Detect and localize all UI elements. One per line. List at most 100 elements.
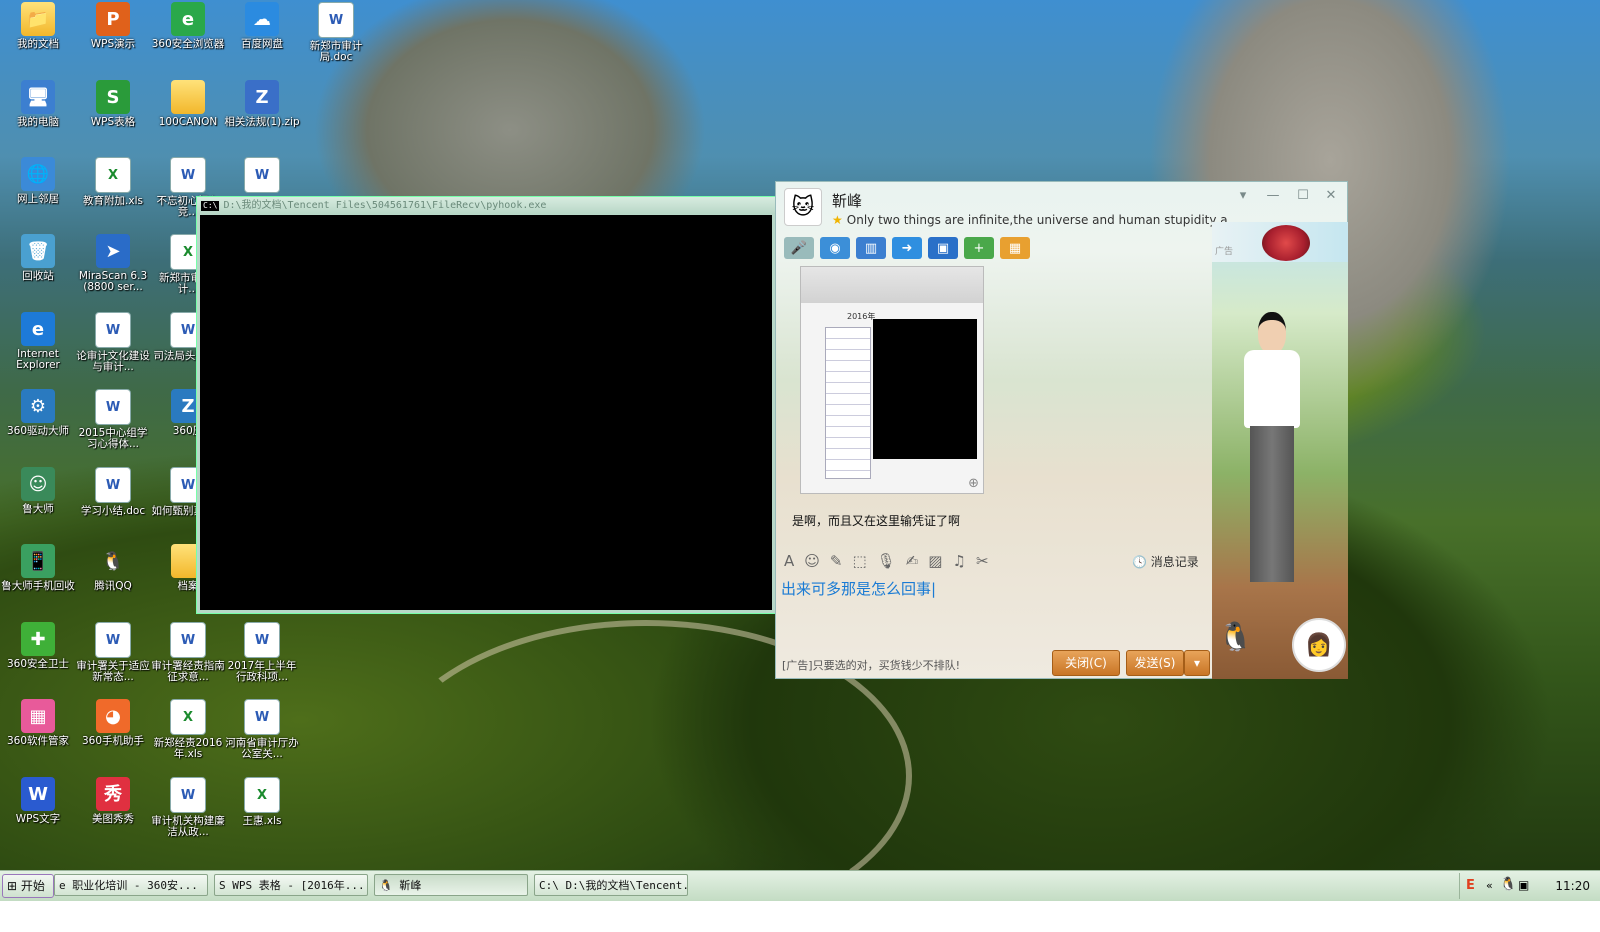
task-button-qq-chat[interactable]: 🐧 靳峰 bbox=[374, 874, 528, 896]
maximize-button[interactable]: ☐ bbox=[1294, 188, 1312, 203]
console-char: z bbox=[200, 391, 207, 405]
console-char: n bbox=[200, 422, 207, 436]
console-char bbox=[200, 283, 210, 298]
desktop-icon[interactable]: W 审计署关于适应新常态... bbox=[75, 622, 151, 683]
emoji-icon[interactable]: ☺ bbox=[804, 552, 820, 570]
clock[interactable]: 11:20 bbox=[1555, 879, 1590, 893]
tray-e-icon[interactable]: E bbox=[1466, 878, 1475, 893]
desktop-icon[interactable]: W 审计机关构建廉洁从政... bbox=[150, 777, 226, 838]
screenshot-image[interactable]: 2016年 ⊕ bbox=[800, 266, 984, 494]
tray-network-icon[interactable]: ▣ bbox=[1518, 878, 1529, 892]
desktop-icon[interactable]: W 学习小结.doc bbox=[75, 467, 151, 517]
desktop-icon[interactable]: 秀美图秀秀 bbox=[75, 777, 151, 825]
desktop-icon[interactable]: X 新郑经责2016年.xls bbox=[150, 699, 226, 760]
image-icon[interactable]: ▨ bbox=[928, 552, 942, 570]
desktop-icon[interactable]: X 王惠.xls bbox=[224, 777, 300, 827]
desktop-icon[interactable]: ➤ MiraScan 6.3 (8800 ser... bbox=[75, 234, 151, 293]
desktop-icon[interactable]: W bbox=[224, 157, 300, 196]
tray-qq-icon[interactable]: 🐧 bbox=[1500, 877, 1516, 892]
side-ad[interactable]: 广告 bbox=[1212, 222, 1348, 262]
message-input[interactable]: 出来可多那是怎么回事| bbox=[781, 578, 936, 599]
screen-capture-icon[interactable]: ⬚ bbox=[852, 552, 866, 570]
desktop-icon-label: 百度网盘 bbox=[241, 38, 283, 50]
edit-icon[interactable]: ✍ bbox=[906, 552, 919, 570]
desktop-icon[interactable]: ☺ 鲁大师 bbox=[0, 467, 76, 515]
desktop-icon-image: W bbox=[244, 699, 280, 735]
desktop-icon[interactable]: W 河南省审计厅办公室关... bbox=[224, 699, 300, 760]
qq-chat-window[interactable]: 🐱 靳峰 ★ Only two things are infinite,the u… bbox=[775, 181, 1348, 679]
voice-call-icon[interactable]: 🎤 bbox=[784, 237, 814, 259]
desktop-icon[interactable]: 🐧 腾讯QQ bbox=[75, 544, 151, 592]
desktop-icon[interactable]: W 2015中心组学习心得体... bbox=[75, 389, 151, 450]
scissors-icon[interactable]: ✂ bbox=[976, 552, 989, 570]
desktop-icon[interactable]: 🗑 回收站 bbox=[0, 234, 76, 282]
nudge-icon[interactable]: ✎ bbox=[830, 552, 843, 570]
desktop-icon[interactable]: 📱 鲁大师手机回收 bbox=[0, 544, 76, 592]
desktop-icon[interactable]: W 论审计文化建设与审计... bbox=[75, 312, 151, 373]
desktop-icon[interactable]: W 审计署经责指南征求意... bbox=[150, 622, 226, 683]
share-screen-icon[interactable]: ▥ bbox=[856, 237, 886, 259]
desktop-icon[interactable]: X 教育附加.xls bbox=[75, 157, 151, 207]
my-avatar[interactable]: 👩 bbox=[1292, 618, 1346, 672]
contact-show-figure bbox=[1236, 312, 1306, 592]
close-button[interactable]: 关闭(C) bbox=[1052, 650, 1120, 676]
contact-avatar[interactable]: 🐱 bbox=[784, 188, 822, 226]
send-options-button[interactable]: ▾ bbox=[1184, 650, 1210, 676]
desktop-icon[interactable]: e Internet Explorer bbox=[0, 312, 76, 371]
remote-desktop-icon[interactable]: ▣ bbox=[928, 237, 958, 259]
qq-penguin-icon[interactable]: 🐧 bbox=[1218, 620, 1253, 653]
contact-name: 靳峰 bbox=[832, 192, 863, 210]
desktop-icon-label: 审计署经责指南征求意... bbox=[151, 660, 225, 683]
music-icon[interactable]: ♫ bbox=[952, 552, 965, 570]
close-window-button[interactable]: ✕ bbox=[1322, 188, 1340, 203]
chat-history[interactable]: 2016年 ⊕ bbox=[782, 264, 1212, 530]
desktop-icon-label: 回收站 bbox=[22, 270, 54, 282]
desktop-icon-image: W bbox=[170, 777, 206, 813]
tray-expand-icon[interactable]: « bbox=[1486, 879, 1493, 892]
send-button[interactable]: 发送(S) bbox=[1126, 650, 1184, 676]
desktop-icon[interactable]: e 360安全浏览器 bbox=[150, 2, 226, 50]
desktop-icon[interactable]: 🌐 网上邻居 bbox=[0, 157, 76, 205]
desktop-icon-image: X bbox=[170, 699, 206, 735]
desktop-icon[interactable]: ▦ 360软件管家 bbox=[0, 699, 76, 747]
dropdown-icon[interactable]: ▾ bbox=[1234, 188, 1252, 203]
desktop-icon[interactable]: 🖥 我的电脑 bbox=[0, 80, 76, 128]
start-button[interactable]: ⊞ 开始 bbox=[2, 874, 54, 898]
desktop-icon[interactable]: W 新郑市审计局.doc bbox=[298, 2, 374, 63]
apps-icon[interactable]: ▦ bbox=[1000, 237, 1030, 259]
message-history-button[interactable]: 🕓 消息记录 bbox=[1132, 553, 1199, 570]
desktop-icon[interactable]: ◕ 360手机助手 bbox=[75, 699, 151, 747]
desktop-icon-label: 鲁大师手机回收 bbox=[1, 580, 75, 592]
desktop-icon[interactable]: P WPS演示 bbox=[75, 2, 151, 50]
console-title-bar[interactable]: C:\ D:\我的文档\Tencent Files\504561761\FileR… bbox=[197, 197, 775, 214]
desktop-icon[interactable]: 100CANON bbox=[150, 80, 226, 128]
desktop-icon[interactable]: ☁ 百度网盘 bbox=[224, 2, 300, 50]
desktop-icon[interactable]: ✚ 360安全卫士 bbox=[0, 622, 76, 670]
voice-message-icon[interactable]: 🎙 bbox=[877, 552, 896, 570]
console-char: y bbox=[200, 238, 207, 251]
desktop-icon[interactable]: 📁 我的文档 bbox=[0, 2, 76, 50]
screenshot-year-label: 2016年 bbox=[847, 312, 876, 321]
console-window[interactable]: C:\ D:\我的文档\Tencent Files\504561761\FileR… bbox=[196, 196, 776, 614]
desktop-icon-label: 鲁大师 bbox=[22, 503, 54, 515]
task-button-wps[interactable]: S WPS 表格 - [2016年... bbox=[214, 874, 368, 896]
ad-text[interactable]: [广告]只要选的对，买货钱少不排队! bbox=[782, 657, 960, 673]
font-icon[interactable]: A bbox=[784, 552, 794, 570]
task-button-console[interactable]: C:\ D:\我的文档\Tencent... bbox=[534, 874, 688, 896]
screenshot-toolbar bbox=[801, 267, 983, 303]
desktop-icon[interactable]: W WPS文字 bbox=[0, 777, 76, 825]
console-screen[interactable] bbox=[200, 215, 772, 610]
chat-message: 是啊，而且又在这里输凭证了啊 bbox=[792, 514, 961, 528]
desktop-icon-image: e bbox=[171, 2, 205, 36]
desktop-icon[interactable]: W 2017年上半年行政科项... bbox=[224, 622, 300, 683]
desktop-icon[interactable]: ⚙ 360驱动大师 bbox=[0, 389, 76, 437]
task-button-browser[interactable]: e 职业化培训 - 360安... bbox=[54, 874, 208, 896]
create-group-icon[interactable]: + bbox=[964, 237, 994, 259]
send-file-icon[interactable]: ➜ bbox=[892, 237, 922, 259]
desktop-icon-image: ➤ bbox=[96, 234, 130, 268]
desktop-icon[interactable]: Z 相关法规(1).zip bbox=[224, 80, 300, 128]
video-call-icon[interactable]: ◉ bbox=[820, 237, 850, 259]
desktop-icon[interactable]: S WPS表格 bbox=[75, 80, 151, 128]
minimize-button[interactable]: — bbox=[1264, 188, 1282, 203]
zoom-icon[interactable]: ⊕ bbox=[968, 476, 979, 491]
